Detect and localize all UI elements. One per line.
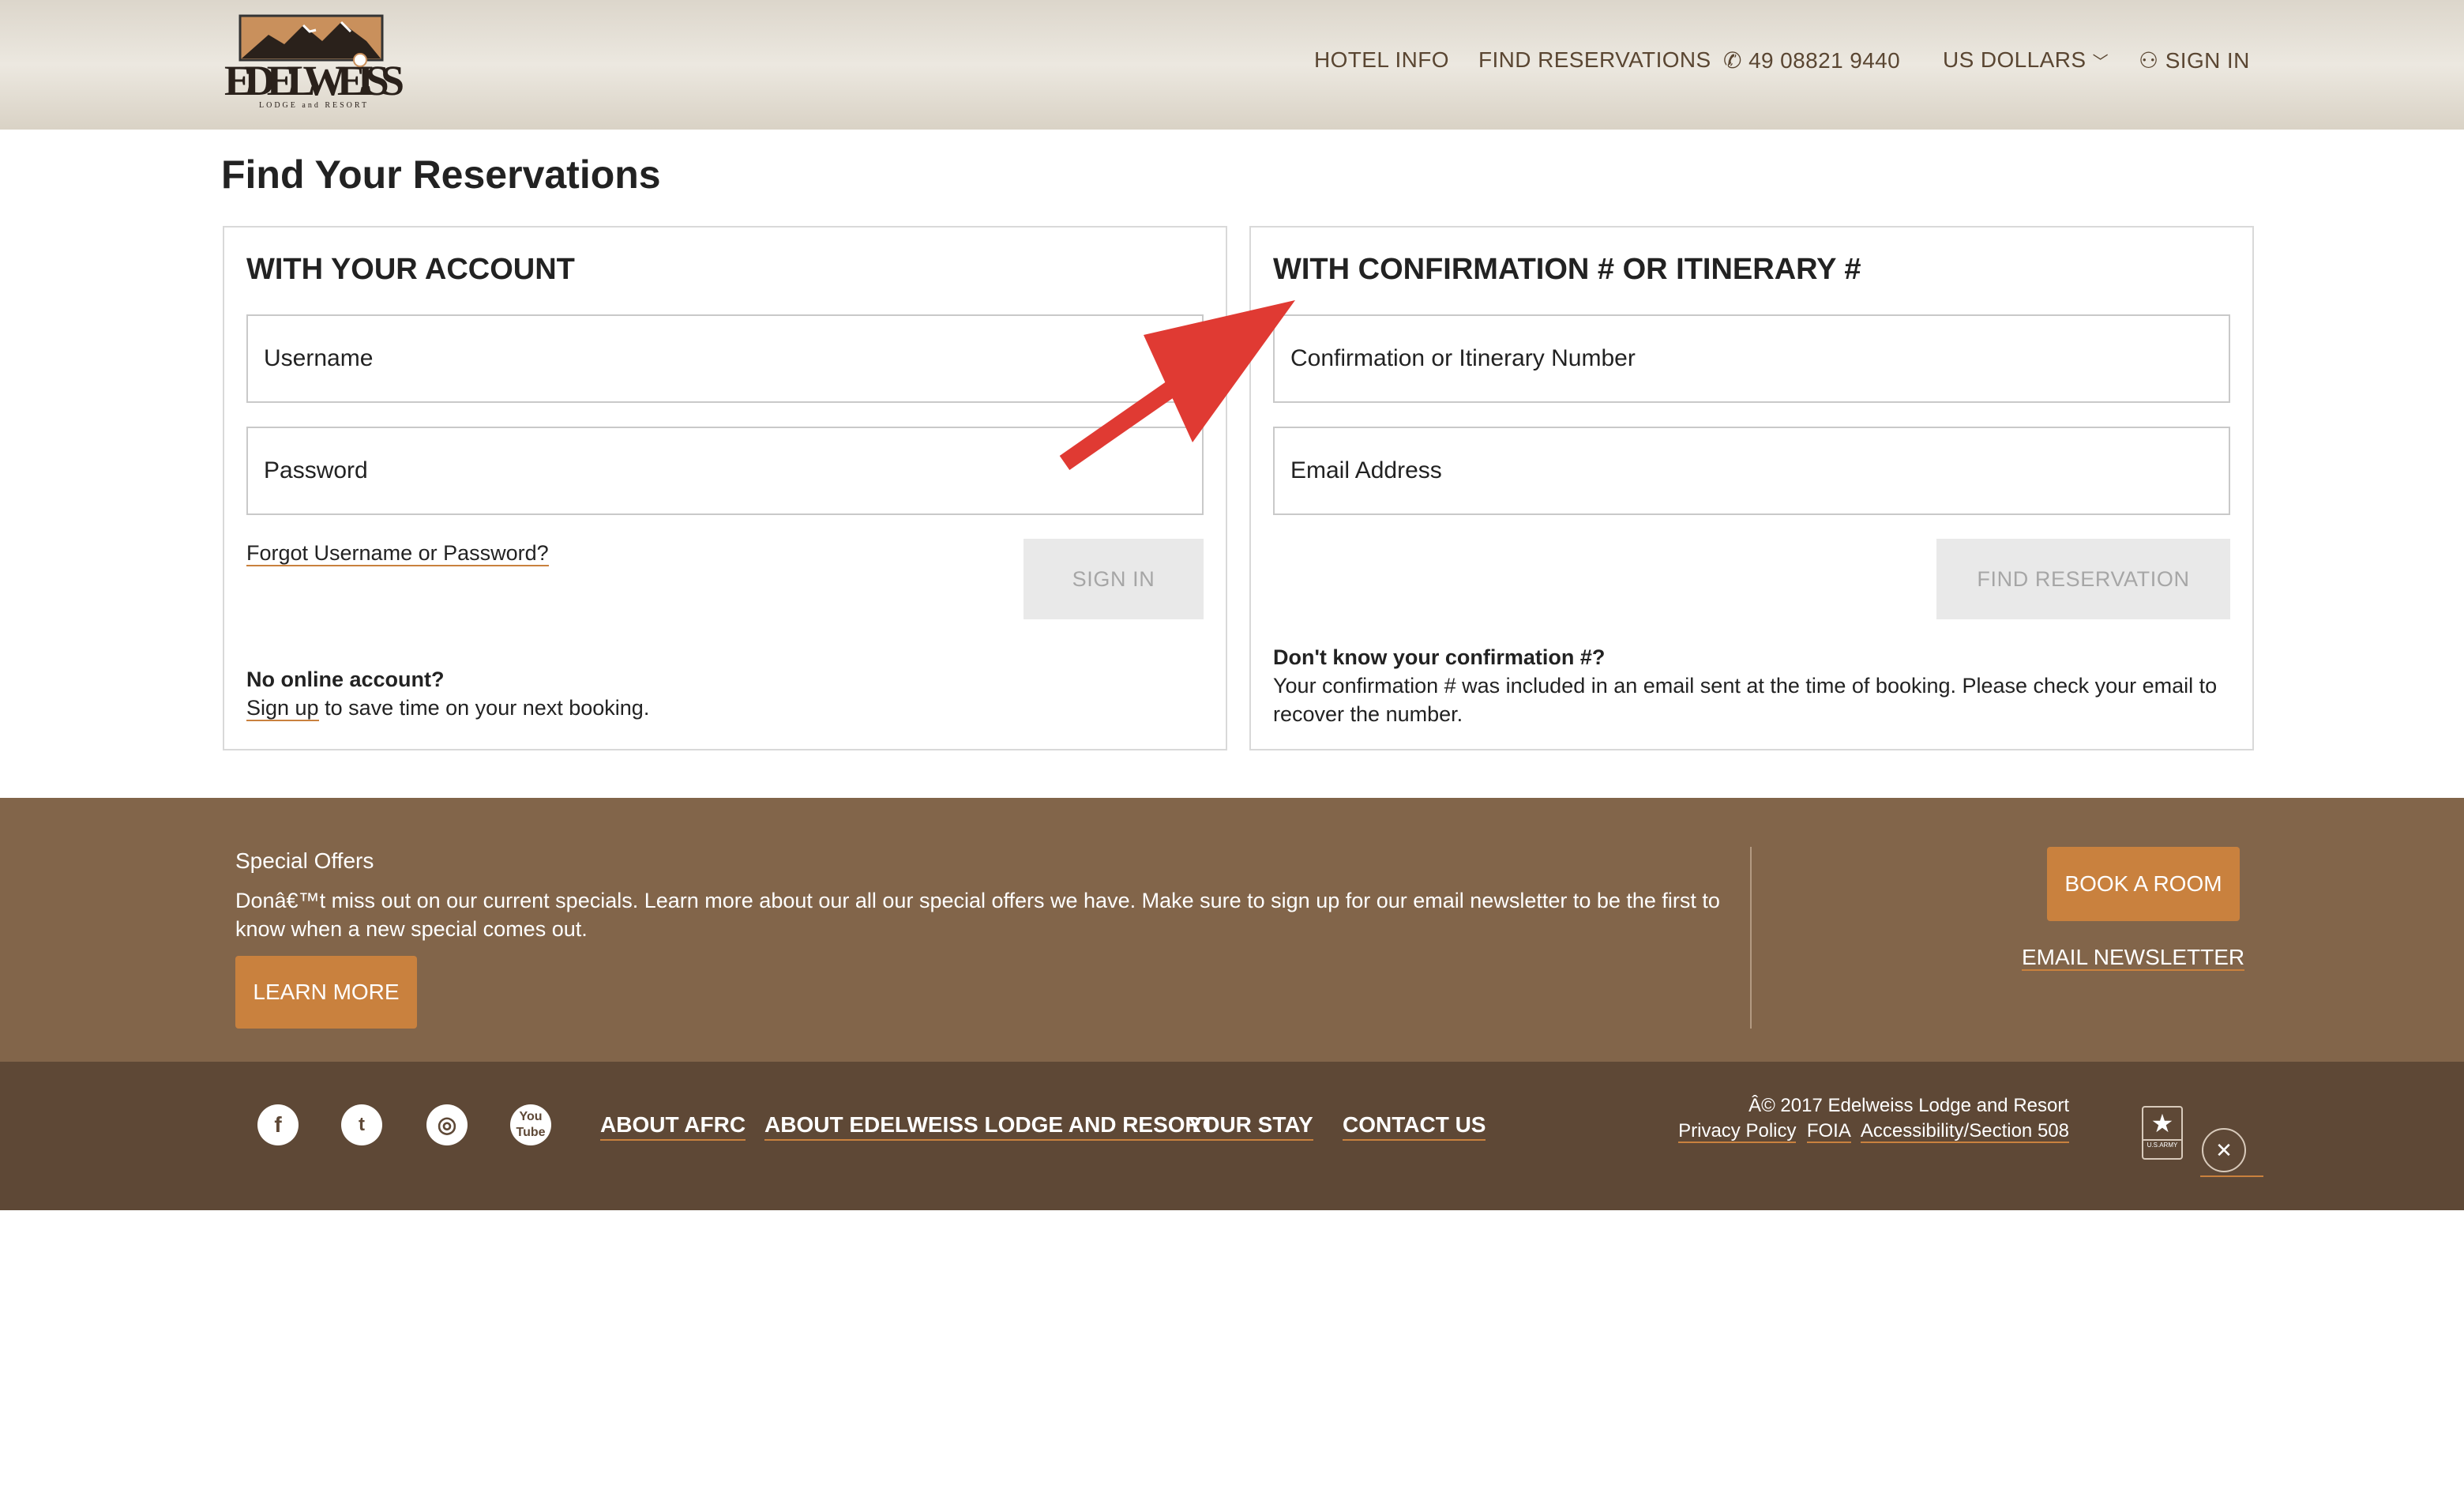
youtube-icon[interactable]: You Tube (510, 1104, 551, 1145)
facebook-icon[interactable]: f (257, 1104, 299, 1145)
divider (1750, 847, 1752, 1029)
us-army-logo[interactable]: ★ U.S.ARMY (2142, 1106, 2183, 1160)
book-room-button[interactable]: BOOK A ROOM (2047, 847, 2240, 921)
instagram-icon[interactable]: ◎ (426, 1104, 468, 1145)
footer-link-contact-us[interactable]: CONTACT US (1343, 1112, 1486, 1141)
footer-link-about-afrc[interactable]: ABOUT AFRC (600, 1112, 746, 1141)
accessibility-link[interactable]: Accessibility/Section 508 (1860, 1120, 2069, 1143)
foia-link[interactable]: FOIA (1806, 1120, 1851, 1143)
afrc-crest-icon[interactable]: ✕ (2202, 1128, 2246, 1172)
offers-title: Special Offers (235, 848, 374, 873)
crest-underline (2200, 1175, 2263, 1177)
footer: f t ◎ You Tube ABOUT AFRC ABOUT EDELWEISS… (0, 1062, 2464, 1210)
footer-link-about-edelweiss[interactable]: ABOUT EDELWEISS LODGE AND RESORT (764, 1112, 1215, 1141)
learn-more-button[interactable]: LEARN MORE (235, 956, 417, 1029)
offers-text: Donâ€™t miss out on our current specials… (235, 889, 1720, 941)
page: EDELWEISS LODGE and RESORT HOTEL INFO FI… (0, 0, 2464, 1512)
footer-link-your-stay[interactable]: YOUR STAY (1188, 1112, 1313, 1141)
email-newsletter-link[interactable]: EMAIL NEWSLETTER (2022, 945, 2245, 971)
privacy-policy-link[interactable]: Privacy Policy (1678, 1120, 1797, 1143)
special-offers-band: Special Offers Donâ€™t miss out on our c… (0, 798, 2464, 1062)
annotation-arrow (1059, 300, 1295, 471)
copyright: Â© 2017 Edelweiss Lodge and Resort (1748, 1095, 2069, 1116)
twitter-icon[interactable]: t (341, 1104, 382, 1145)
